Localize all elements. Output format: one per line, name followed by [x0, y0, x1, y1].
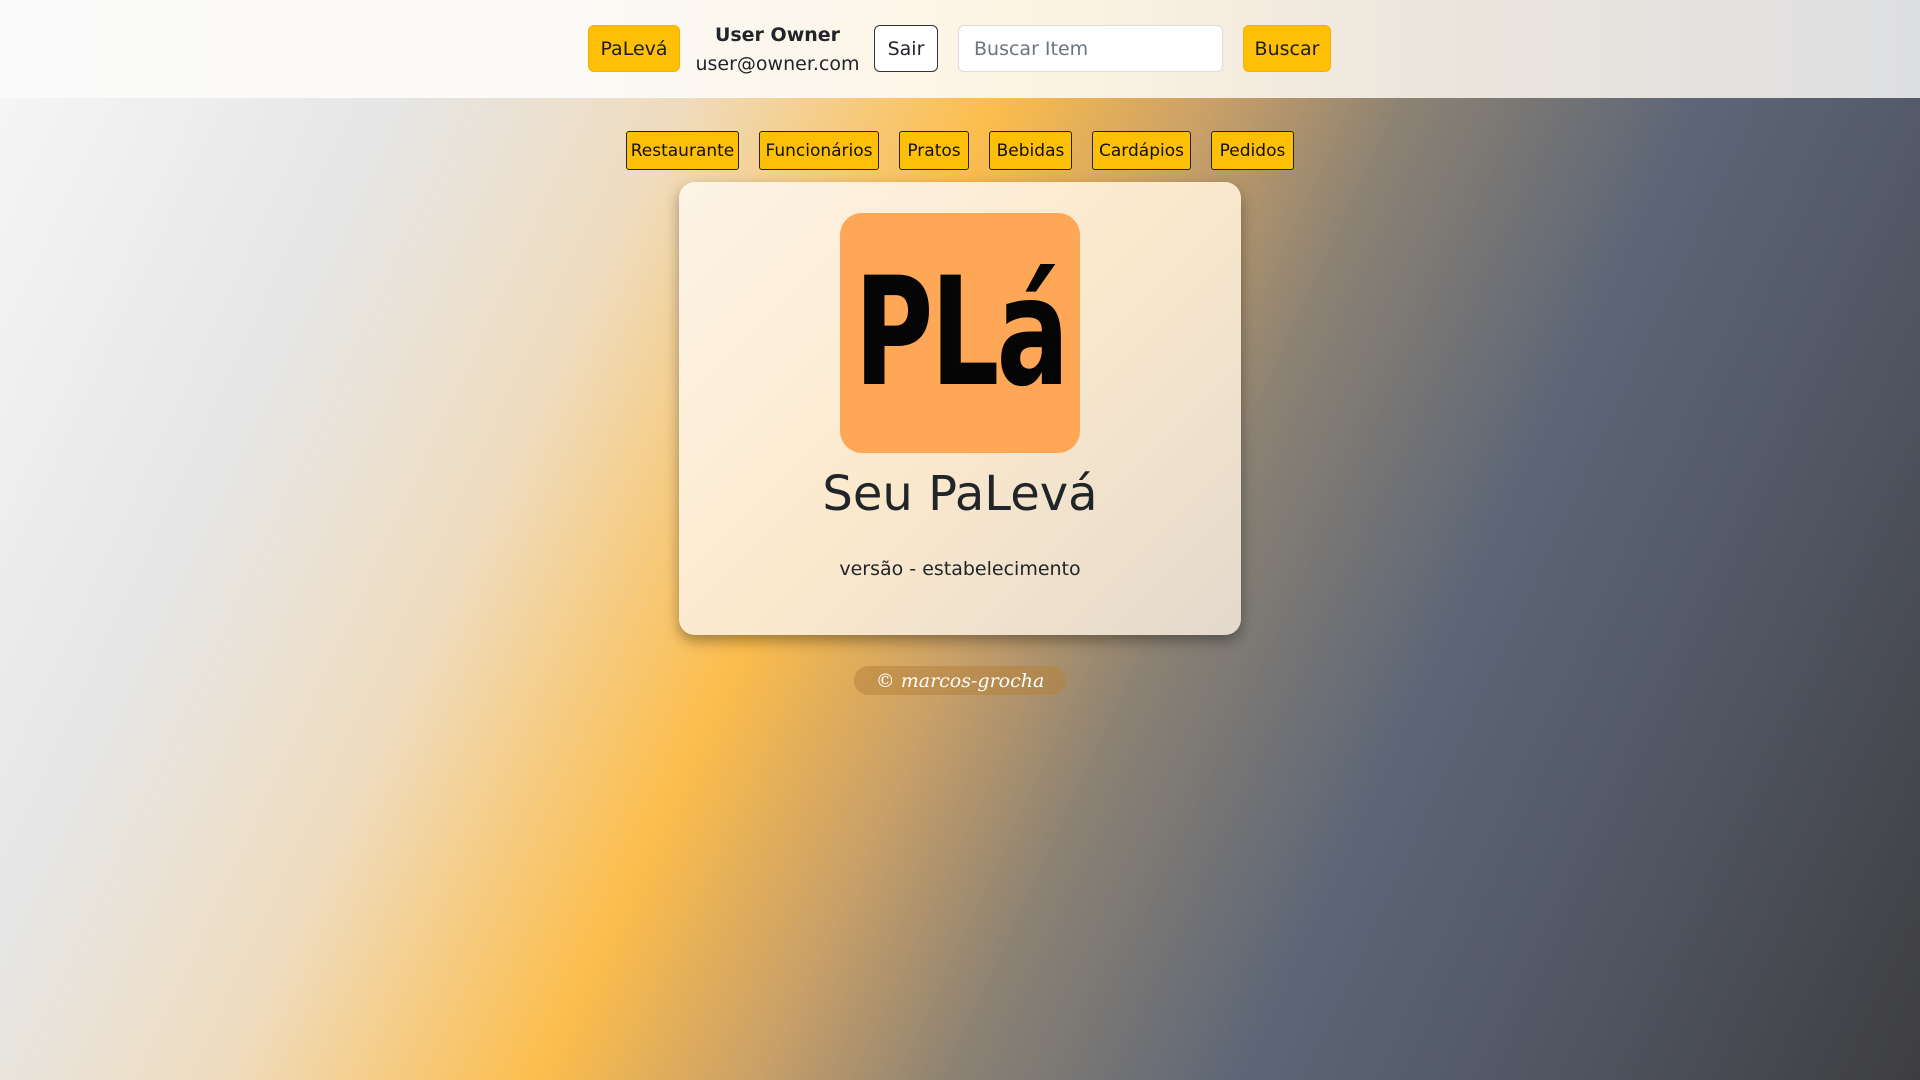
search-button[interactable]: Buscar	[1243, 25, 1331, 72]
nav-item-funcionarios[interactable]: Funcionários	[759, 131, 879, 170]
logo-text: PLá	[853, 246, 1069, 420]
nav-item-cardapios[interactable]: Cardápios	[1092, 131, 1191, 170]
app-logo: PLá	[840, 213, 1080, 453]
top-navbar: PaLevá User Owner user@owner.com Sair Bu…	[0, 0, 1920, 98]
brand-button[interactable]: PaLevá	[588, 25, 680, 72]
page-title: Seu PaLevá	[822, 466, 1098, 522]
nav-item-pedidos[interactable]: Pedidos	[1211, 131, 1294, 170]
logout-button[interactable]: Sair	[874, 25, 938, 72]
welcome-card: PLá Seu PaLevá versão - estabelecimento	[679, 182, 1241, 635]
nav-item-pratos[interactable]: Pratos	[899, 131, 969, 170]
search-input[interactable]	[958, 25, 1223, 72]
version-subtitle: versão - estabelecimento	[839, 558, 1081, 580]
user-info: User Owner user@owner.com	[690, 21, 865, 79]
copyright-footer: © marcos-grocha	[854, 666, 1066, 695]
user-email: user@owner.com	[695, 53, 860, 75]
main-nav: Restaurante Funcionários Pratos Bebidas …	[0, 131, 1920, 170]
nav-item-bebidas[interactable]: Bebidas	[989, 131, 1072, 170]
nav-item-restaurante[interactable]: Restaurante	[626, 131, 739, 170]
user-name: User Owner	[714, 24, 841, 46]
